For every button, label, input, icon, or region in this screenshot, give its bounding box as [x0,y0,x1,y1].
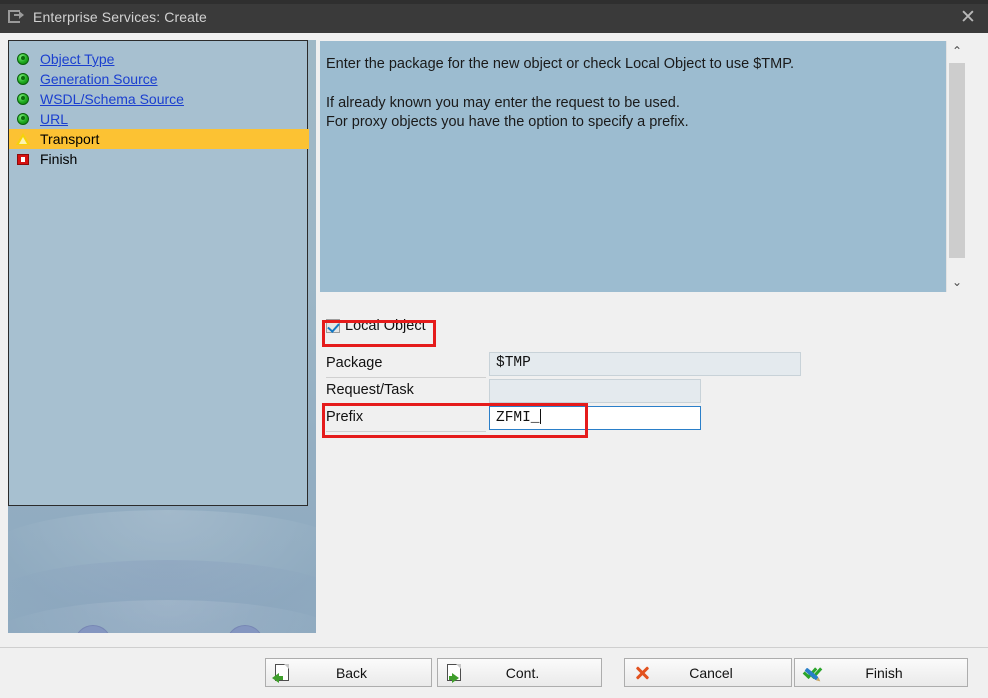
continue-button-label: Cont. [505,664,540,681]
page-forward-icon [444,663,466,683]
transport-form: Local Object Package $TMP Request/Task P… [320,300,986,440]
window-title-bar: Enterprise Services: Create ✕ [0,0,988,33]
wizard-step-label: Transport [40,131,100,147]
instruction-line-3: For proxy objects you have the option to… [326,114,689,130]
watermark-figure [70,625,116,633]
red-stop-square-icon [15,151,31,167]
prefix-field-row: Prefix ZFMI_ [326,406,986,432]
package-label: Package [326,355,383,371]
request-task-input[interactable] [489,379,701,403]
dialog-button-bar: Back Cont. Cancel Finish [0,647,988,698]
package-input[interactable]: $TMP [489,352,801,376]
request-task-field-row: Request/Task [326,379,986,405]
package-field-row: Package $TMP [326,352,986,378]
wizard-step-wsdl-schema-source[interactable]: WSDL/Schema Source [9,89,307,109]
wizard-step-label: Finish [40,151,78,167]
instruction-scrollbar[interactable]: ⌃ ⌄ [946,41,967,292]
wizard-step-object-type[interactable]: Object Type [9,49,307,69]
wizard-step-label: WSDL/Schema Source [40,91,184,107]
green-status-ball-icon [15,71,31,87]
wizard-step-label: Generation Source [40,71,158,87]
export-arrow-icon [8,9,26,25]
green-check-pen-icon [801,663,823,683]
prefix-input-value: ZFMI_ [496,410,540,426]
wizard-step-generation-source[interactable]: Generation Source [9,69,307,89]
finish-button[interactable]: Finish [794,658,968,687]
field-corner-marker [694,407,700,413]
page-back-icon [272,663,294,683]
field-corner-marker [490,423,496,429]
chevron-up-icon[interactable]: ⌃ [947,41,967,61]
wizard-step-finish[interactable]: Finish [9,149,307,169]
local-object-label: Local Object [345,318,426,334]
continue-button[interactable]: Cont. [437,658,602,687]
watermark-figure [222,625,268,633]
instruction-line-2: If already known you may enter the reque… [326,95,680,111]
yellow-warning-triangle-icon [15,131,31,147]
prefix-label: Prefix [326,409,364,425]
wizard-step-tree: Object Type Generation Source WSDL/Schem… [8,40,309,506]
scrollbar-thumb[interactable] [949,63,965,258]
wizard-step-label: Object Type [40,51,115,67]
local-object-checkbox[interactable] [326,319,340,333]
instruction-line-1: Enter the package for the new object or … [326,56,795,72]
wizard-step-label: URL [40,111,69,127]
field-corner-marker [490,407,496,413]
title-bar-strip [0,0,988,4]
back-button[interactable]: Back [265,658,432,687]
red-x-icon [631,663,653,683]
field-corner-marker [694,423,700,429]
back-button-label: Back [335,664,368,681]
wizard-step-transport[interactable]: Transport [9,129,309,149]
wizard-step-url[interactable]: URL [9,109,307,129]
green-status-ball-icon [15,51,31,67]
local-object-checkbox-row[interactable]: Local Object [326,318,426,334]
request-task-label: Request/Task [326,382,414,398]
cancel-button-label: Cancel [689,664,733,681]
cancel-button[interactable]: Cancel [624,658,792,687]
finish-button-label: Finish [865,664,903,681]
chevron-down-icon[interactable]: ⌄ [947,272,967,292]
window-title: Enterprise Services: Create [33,8,207,25]
text-caret [539,409,541,424]
close-icon[interactable]: ✕ [954,4,982,30]
prefix-input[interactable]: ZFMI_ [489,406,701,430]
green-status-ball-icon [15,111,31,127]
instruction-panel: Enter the package for the new object or … [320,41,946,292]
green-status-ball-icon [15,91,31,107]
